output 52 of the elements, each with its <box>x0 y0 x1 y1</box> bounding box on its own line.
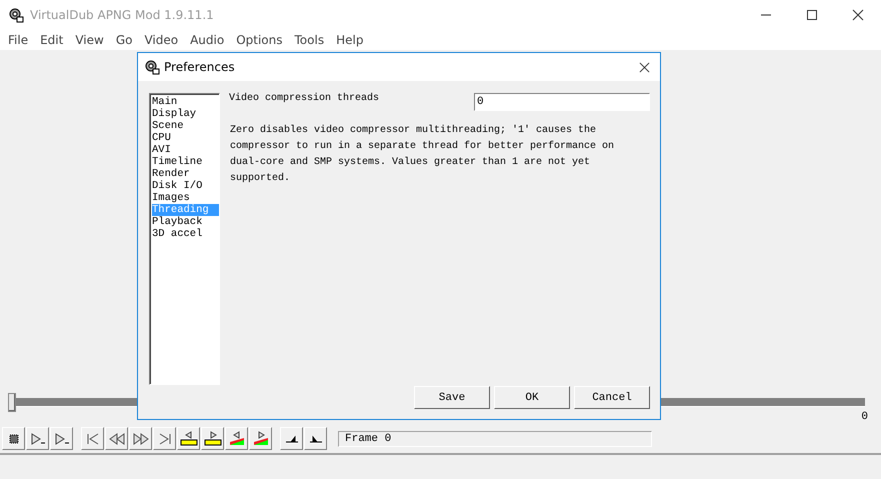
menu-item[interactable]: Audio <box>184 33 230 47</box>
description-text: Zero disables video compressor multithreading; '1' causes the compressor to run in a separate thread for better performance on dual-core and SMP systems. Values greater than 1 are not yet supported. <box>230 124 616 186</box>
scene-fwd-button[interactable] <box>249 427 272 450</box>
close-icon[interactable] <box>639 62 650 72</box>
mark-out-button[interactable] <box>304 427 327 450</box>
play-out-button[interactable] <box>50 427 73 450</box>
scene-back-button[interactable] <box>225 427 248 450</box>
menu-item[interactable]: Options <box>230 33 289 47</box>
category-item[interactable]: Main <box>152 96 219 108</box>
category-item[interactable]: Timeline <box>152 156 219 168</box>
dialog-button[interactable]: Cancel <box>574 386 650 409</box>
key-back-button[interactable] <box>177 427 200 450</box>
dialog-title: Preferences <box>164 60 235 74</box>
menu-item[interactable]: Edit <box>34 33 70 47</box>
category-item[interactable]: 3D accel <box>152 228 219 240</box>
category-item[interactable]: Render <box>152 168 219 180</box>
prev-key-button[interactable] <box>105 427 128 450</box>
menu-item[interactable]: File <box>2 33 34 47</box>
category-item[interactable]: Images <box>152 192 219 204</box>
dialog-button[interactable]: Save <box>414 386 490 409</box>
prev-key-icon <box>106 430 126 446</box>
tick-label: 0 <box>861 410 868 424</box>
menu-item[interactable]: Video <box>138 33 184 47</box>
dialog-button[interactable]: OK <box>494 386 570 409</box>
menu-item[interactable]: View <box>69 33 110 47</box>
start-button[interactable] <box>81 427 104 450</box>
key-back-icon <box>178 430 198 446</box>
next-key-icon <box>130 430 150 446</box>
category-item[interactable]: AVI <box>152 144 219 156</box>
gear-icon <box>144 59 160 75</box>
setting-label: Video compression threads <box>229 93 380 104</box>
gear-icon <box>8 7 24 23</box>
frame-indicator: Frame 0 <box>338 430 652 446</box>
menu-item[interactable]: Tools <box>288 33 330 47</box>
end-button[interactable] <box>153 427 176 450</box>
threads-field[interactable]: 0 <box>474 93 650 111</box>
category-list[interactable]: Main Display Scene CPU AVI Timeline Render Disk I/O Images Threading Playback 3D accel <box>149 93 220 385</box>
key-fwd-icon <box>202 430 222 446</box>
slider-thumb[interactable] <box>8 393 16 412</box>
window-title: VirtualDub APNG Mod 1.9.11.1 <box>30 8 214 22</box>
menu-item[interactable]: Help <box>330 33 370 47</box>
play-in-button[interactable] <box>26 427 49 450</box>
menu-item[interactable]: Go <box>110 33 138 47</box>
next-key-button[interactable] <box>129 427 152 450</box>
mark-in-button[interactable] <box>280 427 303 450</box>
category-item[interactable]: Scene <box>152 120 219 132</box>
category-item[interactable]: Playback <box>152 216 219 228</box>
category-item[interactable]: Disk I/O <box>152 180 219 192</box>
category-item[interactable]: CPU <box>152 132 219 144</box>
category-item[interactable]: Display <box>152 108 219 120</box>
key-fwd-button[interactable] <box>201 427 224 450</box>
stop-button[interactable] <box>2 427 25 450</box>
